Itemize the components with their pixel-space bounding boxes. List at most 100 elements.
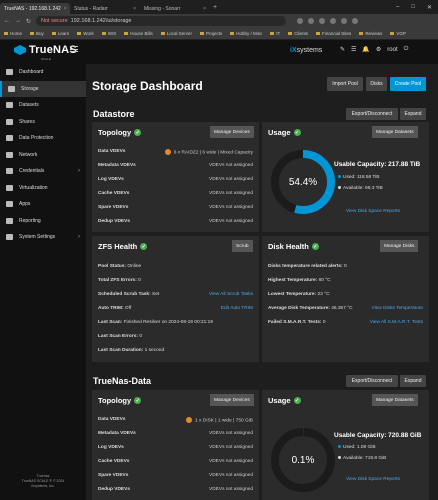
ixsystems-logo[interactable]: iXsystems [290, 47, 322, 54]
card-title: ZFS Health ✓ [98, 242, 148, 251]
pool-name: TrueNas-Data [93, 376, 152, 386]
browser-tab-truenas[interactable]: TrueNAS - 192.168.1.242 × [0, 3, 70, 14]
bookmark[interactable]: Clients [288, 31, 308, 36]
new-tab-button[interactable]: + [213, 4, 217, 11]
export-disconnect-button[interactable]: Export/Disconnect [346, 108, 398, 120]
logo-subtitle: SCALE [41, 57, 51, 61]
scrub-button[interactable]: Scrub [232, 240, 253, 252]
disk-row: Average Disk Temperature: 46.357 °C View … [268, 306, 423, 311]
usage-card: Usage ✓ Manage Datasets 54.4% Usable Capa… [262, 122, 429, 232]
card-title: Topology ✓ [98, 128, 142, 137]
browser-tab-sonarr[interactable]: Missing - Sonarr × [140, 3, 210, 14]
reload-icon[interactable]: ↻ [26, 18, 31, 25]
url-field[interactable]: Not secure 192.168.1.242/ui/storage [36, 16, 287, 26]
bookmark[interactable]: VGP [390, 31, 406, 36]
sidebar-item-shares[interactable]: Shares [0, 114, 86, 131]
disk-row: Failed S.M.A.R.T. Tests: 0 View All S.M.A… [268, 320, 423, 325]
close-window-icon[interactable]: ✕ [427, 4, 432, 11]
topology-row: Log VDEVs VDEVs not assigned [98, 177, 253, 182]
maximize-icon[interactable]: □ [411, 4, 415, 11]
minimize-icon[interactable]: – [396, 4, 399, 11]
close-tab-icon[interactable]: × [203, 6, 206, 12]
extension-icon[interactable] [319, 18, 326, 24]
disk-row: Lowest Temperature: 23 °C [268, 292, 330, 297]
sidebar-item-dashboard[interactable]: Dashboard [0, 64, 86, 81]
manage-devices-button[interactable]: Manage Devices [210, 126, 254, 138]
extension-icon[interactable] [308, 18, 315, 24]
bookmark[interactable]: Learn [52, 31, 70, 36]
sidebar-item-storage[interactable]: Storage [0, 80, 86, 97]
window-controls: – □ ✕ [396, 4, 438, 11]
power-icon[interactable]: ⏻ [404, 46, 409, 53]
bookmark[interactable]: House Bills [124, 31, 153, 36]
check-icon: ✓ [134, 397, 142, 404]
feedback-icon[interactable]: ✎ [340, 46, 345, 53]
back-icon[interactable]: ← [4, 18, 10, 24]
jobs-icon[interactable]: ☰ [351, 46, 356, 53]
network-icon [6, 151, 13, 158]
browser-tab-radarr[interactable]: Status - Radarr × [70, 3, 140, 14]
truenas-logo-icon [14, 45, 26, 55]
menu-toggle-icon[interactable] [70, 46, 78, 52]
sidebar-item-reporting[interactable]: Reporting [0, 213, 86, 230]
extension-icon[interactable] [330, 18, 337, 24]
sidebar-item-data-protection[interactable]: Data Protection [0, 130, 86, 147]
bookmark[interactable]: IT [270, 31, 280, 36]
view-disk-space-reports-link[interactable]: View Disk Space Reports [346, 477, 400, 482]
address-bar-row: ← → ↻ Not secure 192.168.1.242/ui/storag… [0, 14, 438, 28]
data-protection-icon [6, 135, 13, 142]
import-pool-button[interactable]: Import Pool [327, 77, 363, 91]
bookmark[interactable]: Local Server [161, 31, 192, 36]
manage-devices-button[interactable]: Manage Devices [210, 394, 254, 406]
disk-health-card: Disk Health ✓ Manage Disks Disks temperat… [262, 236, 429, 362]
extension-icon[interactable] [352, 18, 359, 24]
topology-row: Dedup VDEVs VDEVs not assigned [98, 487, 253, 492]
extensions [297, 18, 359, 24]
manage-datasets-button[interactable]: Manage Datasets [372, 126, 418, 138]
bookmark[interactable]: Buy [30, 31, 44, 36]
bookmark[interactable]: Hobby / Misc [230, 31, 262, 36]
view-all-scrub-tasks-link[interactable]: View All Scrub Tasks [209, 292, 253, 297]
extension-icon[interactable] [297, 18, 304, 24]
settings-icon[interactable]: ⚙ [376, 46, 381, 53]
create-pool-button[interactable]: Create Pool [390, 77, 426, 91]
sidebar-item-system-settings[interactable]: System Settings › [0, 229, 86, 246]
usage-gauge: 54.4% [271, 150, 335, 214]
bookmark[interactable]: Reviews [359, 31, 382, 36]
sidebar-item-credentials[interactable]: Credentials › [0, 163, 86, 180]
truenas-logo[interactable]: TrueNAS [14, 44, 77, 56]
bookmark[interactable]: Projects [200, 31, 222, 36]
bookmark[interactable]: Work [77, 31, 93, 36]
not-secure-badge[interactable]: Not secure [41, 18, 68, 24]
close-tab-icon[interactable]: × [64, 6, 67, 12]
manage-datasets-button[interactable]: Manage Datasets [372, 394, 418, 406]
available-value: Available: 99.3 TiB [338, 186, 383, 191]
bookmark[interactable]: Financial Sites [316, 31, 351, 36]
sidebar-item-virtualization[interactable]: Virtualization [0, 180, 86, 197]
view-disk-space-reports-link[interactable]: View Disk Space Reports [346, 209, 400, 214]
manage-disks-button[interactable]: Manage Disks [380, 240, 419, 252]
view-disks-temperature-link[interactable]: View Disks Temperature [371, 306, 423, 311]
topology-row: Metadata VDEVs VDEVs not assigned [98, 431, 253, 436]
topology-row: Data VDEVs 1 x DISK | 1 wide | 750 GiB [98, 417, 253, 424]
sidebar-item-network[interactable]: Network [0, 147, 86, 164]
view-all-smart-tests-link[interactable]: View All S.M.A.R.T. Tests [370, 320, 423, 325]
close-tab-icon[interactable]: × [133, 6, 136, 12]
topology-card: Topology ✓ Manage Devices Data VDEVs 1 x D… [92, 390, 259, 500]
topology-row: Log VDEVs VDEVs not assigned [98, 445, 253, 450]
sidebar-item-datasets[interactable]: Datasets [0, 97, 86, 114]
user-name[interactable]: root [387, 47, 397, 53]
bookmark[interactable]: Home [4, 31, 22, 36]
sidebar-item-apps[interactable]: Apps [0, 196, 86, 213]
extension-icon[interactable] [341, 18, 348, 24]
expand-button[interactable]: Expand [400, 375, 426, 387]
export-disconnect-button[interactable]: Export/Disconnect [346, 375, 398, 387]
available-value: Available: 719.8 GiB [338, 456, 386, 461]
forward-icon[interactable]: → [15, 18, 21, 24]
expand-button[interactable]: Expand [400, 108, 426, 120]
available-legend-dot [338, 186, 341, 190]
disks-button[interactable]: Disks [366, 77, 387, 91]
edit-auto-trim-link[interactable]: Edit Auto TRIM [221, 306, 253, 311]
notifications-icon[interactable]: 🔔 [362, 46, 369, 53]
bookmark[interactable]: IWS [102, 31, 117, 36]
